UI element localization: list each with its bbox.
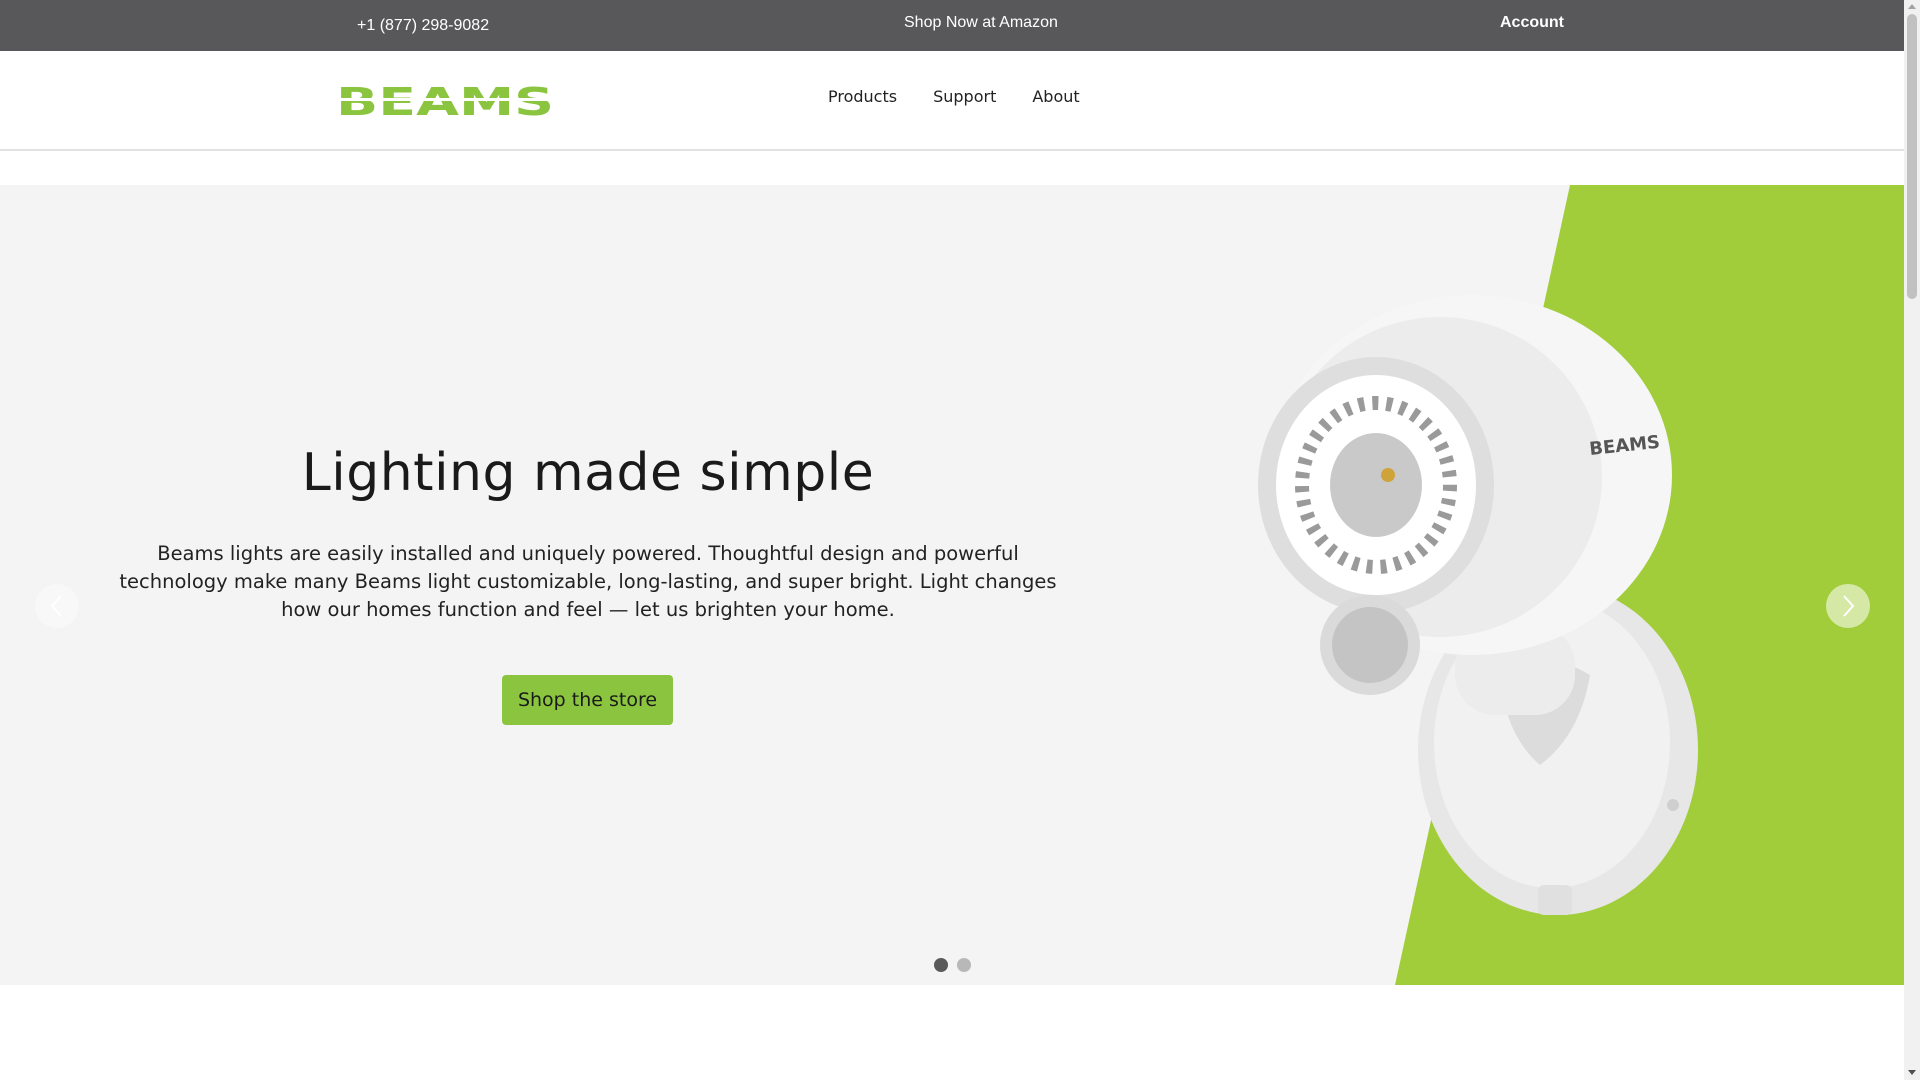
phone-link[interactable]: +1 (877) 298-9082 [357, 17, 489, 35]
carousel-prev-button[interactable] [35, 584, 79, 628]
account-link[interactable]: Account [1500, 14, 1564, 32]
main-nav: Products Support About [828, 87, 1080, 106]
shop-amazon-link[interactable]: Shop Now at Amazon [904, 14, 1058, 32]
nav-support[interactable]: Support [933, 87, 996, 106]
nav-products[interactable]: Products [828, 87, 897, 106]
scroll-up-arrow-icon[interactable] [1908, 4, 1916, 9]
carousel-pagination [934, 958, 971, 972]
page-scrollbar[interactable] [1904, 0, 1920, 1080]
chevron-left-icon [50, 595, 62, 617]
site-header: BEAMS Products Support About [0, 51, 1904, 151]
hero-title: Lighting made simple [301, 443, 875, 503]
carousel-next-button[interactable] [1826, 584, 1870, 628]
logo-stripe [336, 98, 554, 101]
shop-the-store-button[interactable]: Shop the store [502, 675, 673, 725]
scroll-down-arrow-icon[interactable] [1908, 1070, 1916, 1075]
hero-carousel: BEAMS Lighting made simple Beams lights … [0, 185, 1904, 985]
nav-about[interactable]: About [1032, 87, 1079, 106]
carousel-dot-2[interactable] [957, 958, 971, 972]
carousel-dot-1[interactable] [934, 958, 948, 972]
chevron-right-icon [1843, 595, 1855, 617]
spotlight-product-image: BEAMS [1258, 295, 1698, 915]
top-utility-bar: +1 (877) 298-9082 Shop Now at Amazon Acc… [0, 0, 1904, 51]
scrollbar-thumb[interactable] [1907, 14, 1917, 299]
page: +1 (877) 298-9082 Shop Now at Amazon Acc… [0, 0, 1920, 1080]
beams-logo[interactable]: BEAMS [336, 84, 554, 118]
hero-description: Beams lights are easily installed and un… [119, 542, 1057, 621]
